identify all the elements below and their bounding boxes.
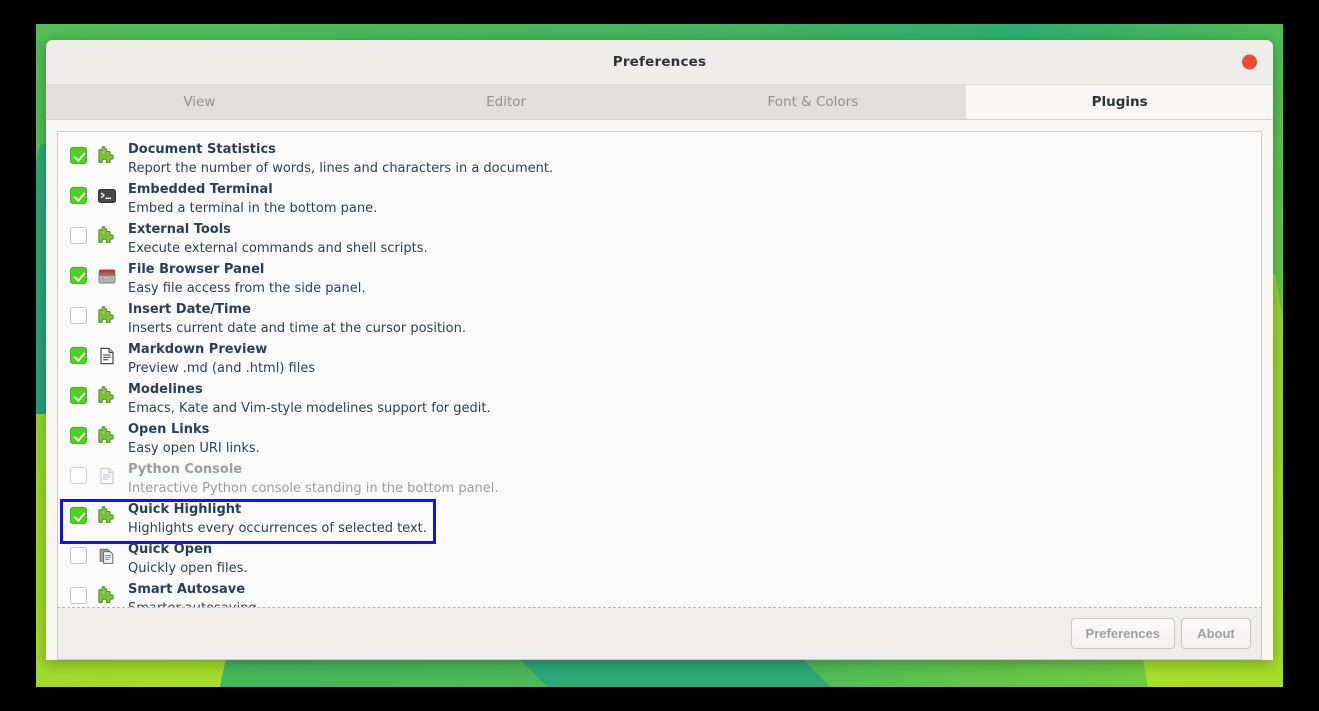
file-cabinet-icon xyxy=(97,266,117,286)
plugin-row[interactable]: Smart AutosaveSmarter autosaving xyxy=(58,578,1261,608)
document-icon xyxy=(97,346,117,366)
plugin-checkbox[interactable] xyxy=(70,307,87,324)
plugin-checkbox[interactable] xyxy=(70,467,87,484)
plugin-name: Quick Highlight xyxy=(128,500,1251,519)
plugin-text: Python ConsoleInteractive Python console… xyxy=(128,459,1251,498)
plugin-description: Emacs, Kate and Vim-style modelines supp… xyxy=(128,399,1251,418)
plugin-name: Insert Date/Time xyxy=(128,300,1251,319)
plugin-text: Insert Date/TimeInserts current date and… xyxy=(128,299,1251,338)
tab-plugins[interactable]: Plugins xyxy=(966,85,1273,119)
puzzle-piece-icon xyxy=(97,306,117,326)
plugin-name: Smart Autosave xyxy=(128,580,1251,599)
plugin-list-frame[interactable]: Document StatisticsReport the number of … xyxy=(57,131,1262,608)
plugin-description: Easy open URI links. xyxy=(128,439,1251,458)
plugin-text: Open LinksEasy open URI links. xyxy=(128,419,1251,458)
plugin-text: External ToolsExecute external commands … xyxy=(128,219,1251,258)
puzzle-piece-icon xyxy=(97,226,117,246)
preferences-window: Preferences View Editor Font & Colors Plugi… xyxy=(46,40,1273,660)
plugin-description: Embed a terminal in the bottom pane. xyxy=(128,199,1251,218)
plugin-text: Document StatisticsReport the number of … xyxy=(128,139,1251,178)
plugin-row[interactable]: Python ConsoleInteractive Python console… xyxy=(58,458,1261,498)
plugin-description: Execute external commands and shell scri… xyxy=(128,239,1251,258)
documents-stack-icon xyxy=(97,546,117,566)
puzzle-piece-icon xyxy=(97,426,117,446)
plugin-row[interactable]: ModelinesEmacs, Kate and Vim-style model… xyxy=(58,378,1261,418)
plugin-description: Highlights every occurrences of selected… xyxy=(128,519,1251,538)
plugin-row[interactable]: File Browser PanelEasy file access from … xyxy=(58,258,1261,298)
title-bar: Preferences xyxy=(46,40,1273,85)
window-title: Preferences xyxy=(613,54,707,70)
plugin-name: Python Console xyxy=(128,460,1251,479)
plugin-checkbox[interactable] xyxy=(70,227,87,244)
terminal-icon xyxy=(97,186,117,206)
plugin-description: Report the number of words, lines and ch… xyxy=(128,159,1251,178)
plugin-checkbox[interactable] xyxy=(70,387,87,404)
plugin-row[interactable]: Quick OpenQuickly open files. xyxy=(58,538,1261,578)
plugin-list: Document StatisticsReport the number of … xyxy=(58,132,1261,608)
plugin-description: Preview .md (and .html) files xyxy=(128,359,1251,378)
puzzle-piece-icon xyxy=(97,506,117,526)
plugins-panel: Document StatisticsReport the number of … xyxy=(46,120,1273,660)
tab-label: Font & Colors xyxy=(767,94,858,110)
tab-bar: View Editor Font & Colors Plugins xyxy=(46,85,1273,120)
plugin-checkbox[interactable] xyxy=(70,587,87,604)
tab-font-colors[interactable]: Font & Colors xyxy=(660,85,967,119)
plugin-text: Markdown PreviewPreview .md (and .html) … xyxy=(128,339,1251,378)
plugin-row[interactable]: Open LinksEasy open URI links. xyxy=(58,418,1261,458)
plugin-checkbox[interactable] xyxy=(70,147,87,164)
plugin-name: Markdown Preview xyxy=(128,340,1251,359)
action-bar: Preferences About xyxy=(57,608,1262,660)
plugin-checkbox[interactable] xyxy=(70,427,87,444)
puzzle-piece-icon xyxy=(97,146,117,166)
plugin-name: Quick Open xyxy=(128,540,1251,559)
tab-label: View xyxy=(183,94,215,110)
plugin-text: Embedded TerminalEmbed a terminal in the… xyxy=(128,179,1251,218)
plugin-description: Interactive Python console standing in t… xyxy=(128,479,1251,498)
plugin-description: Smarter autosaving xyxy=(128,599,1251,608)
plugin-checkbox[interactable] xyxy=(70,507,87,524)
plugin-name: External Tools xyxy=(128,220,1251,239)
plugin-name: File Browser Panel xyxy=(128,260,1251,279)
plugin-about-button[interactable]: About xyxy=(1181,618,1251,649)
plugin-checkbox[interactable] xyxy=(70,547,87,564)
plugin-name: Modelines xyxy=(128,380,1251,399)
plugin-description: Quickly open files. xyxy=(128,559,1251,578)
close-icon[interactable] xyxy=(1242,55,1257,70)
tab-editor[interactable]: Editor xyxy=(353,85,660,119)
tab-label: Plugins xyxy=(1092,94,1148,110)
plugin-text: File Browser PanelEasy file access from … xyxy=(128,259,1251,298)
plugin-checkbox[interactable] xyxy=(70,267,87,284)
plugin-name: Embedded Terminal xyxy=(128,180,1251,199)
plugin-row[interactable]: Embedded TerminalEmbed a terminal in the… xyxy=(58,178,1261,218)
plugin-row[interactable]: Markdown PreviewPreview .md (and .html) … xyxy=(58,338,1261,378)
plugin-description: Inserts current date and time at the cur… xyxy=(128,319,1251,338)
plugin-row[interactable]: Insert Date/TimeInserts current date and… xyxy=(58,298,1261,338)
plugin-text: Smart AutosaveSmarter autosaving xyxy=(128,579,1251,608)
text-document-icon xyxy=(97,466,117,486)
puzzle-piece-icon xyxy=(97,586,117,606)
plugin-row[interactable]: External ToolsExecute external commands … xyxy=(58,218,1261,258)
tab-view[interactable]: View xyxy=(46,85,353,119)
tab-label: Editor xyxy=(486,94,526,110)
plugin-text: Quick OpenQuickly open files. xyxy=(128,539,1251,578)
puzzle-piece-icon xyxy=(97,386,117,406)
plugin-name: Document Statistics xyxy=(128,140,1251,159)
plugin-description: Easy file access from the side panel. xyxy=(128,279,1251,298)
plugin-row[interactable]: Quick HighlightHighlights every occurren… xyxy=(58,498,1261,538)
plugin-name: Open Links xyxy=(128,420,1251,439)
plugin-checkbox[interactable] xyxy=(70,187,87,204)
plugin-preferences-button[interactable]: Preferences xyxy=(1071,618,1175,649)
plugin-checkbox[interactable] xyxy=(70,347,87,364)
plugin-text: Quick HighlightHighlights every occurren… xyxy=(128,499,1251,538)
plugin-text: ModelinesEmacs, Kate and Vim-style model… xyxy=(128,379,1251,418)
plugin-row[interactable]: Document StatisticsReport the number of … xyxy=(58,138,1261,178)
